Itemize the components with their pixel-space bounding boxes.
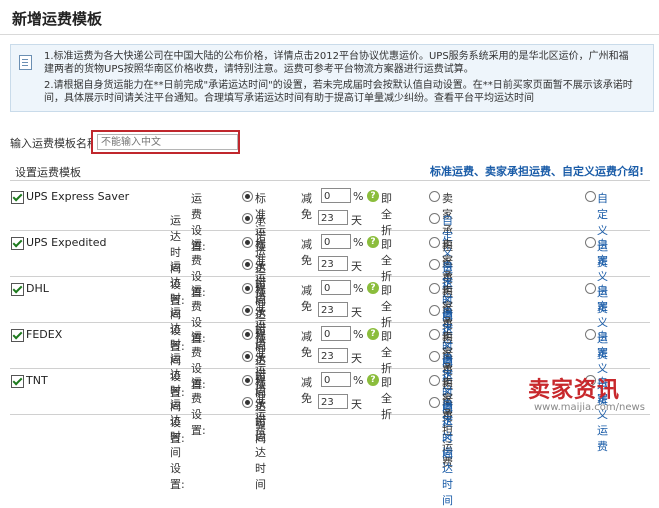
custom-time-radio[interactable] [429, 305, 440, 316]
custom-fee-radio[interactable] [585, 237, 596, 248]
days-unit-label: 天 [351, 352, 362, 365]
settings-header: 设置运费模板 标准运费、卖家承担运费、自定义运费介绍! [10, 160, 650, 181]
days-unit-label: 天 [351, 398, 362, 411]
discount-label: 减免 [301, 330, 312, 359]
promised-time-radio[interactable] [242, 351, 253, 362]
discount-input[interactable]: 0 [321, 234, 351, 249]
template-name-row: 输入运费模板名称 [10, 130, 650, 154]
days-unit-label: 天 [351, 214, 362, 227]
full-discount-label: 即全折 [381, 376, 392, 421]
standard-fee-radio[interactable] [242, 237, 253, 248]
carrier-checkbox[interactable] [11, 375, 24, 388]
standard-fee-radio[interactable] [242, 375, 253, 386]
help-icon[interactable]: ? [367, 190, 379, 202]
help-icon[interactable]: ? [367, 236, 379, 248]
carrier-name: FEDEX [26, 328, 63, 341]
notice-line-2: 建两者的货物UPS按照华南区价格收费，请特别注意。运费可参考平台物流方案器进行运… [44, 64, 474, 75]
days-unit-label: 天 [351, 306, 362, 319]
percent-label: % [353, 374, 364, 387]
carrier-name: TNT [26, 374, 48, 387]
discount-input[interactable]: 0 [321, 326, 351, 341]
standard-fee-radio[interactable] [242, 283, 253, 294]
standard-fee-radio[interactable] [242, 329, 253, 340]
promised-time-radio[interactable] [242, 213, 253, 224]
carrier-row: UPS Express Saver 运费设置: 标准运费 减免 0%? 即全折 卖家承担运费… [10, 184, 650, 323]
promised-time-radio[interactable] [242, 305, 253, 316]
days-unit-label: 天 [351, 260, 362, 273]
days-input[interactable]: 23 [318, 348, 348, 363]
percent-label: % [353, 236, 364, 249]
carrier-checkbox[interactable] [11, 329, 24, 342]
seller-pays-radio[interactable] [429, 283, 440, 294]
days-input[interactable]: 23 [318, 302, 348, 317]
discount-label: 减免 [301, 284, 312, 313]
notice-line-3: 2.请根据自身货运能力在**日前完成"承诺运达时间"的设置，若未完成届时会按默认… [44, 80, 633, 91]
discount-label: 减免 [301, 192, 312, 221]
carrier-checkbox[interactable] [11, 283, 24, 296]
standard-fee-radio[interactable] [242, 191, 253, 202]
time-setting-label: 运达时间设置: [170, 398, 185, 491]
custom-fee-radio[interactable] [585, 283, 596, 294]
notice-box: 1.标准运费为各大快递公司在中国大陆的公布价格，详情点击2012平台协议优惠运价… [10, 44, 654, 112]
help-icon[interactable]: ? [367, 374, 379, 386]
seller-pays-radio[interactable] [429, 191, 440, 202]
percent-label: % [353, 282, 364, 295]
discount-input[interactable]: 0 [321, 280, 351, 295]
template-name-highlight [91, 130, 240, 154]
fee-intro-link[interactable]: 标准运费、卖家承担运费、自定义运费介绍! [430, 163, 644, 179]
seller-pays-radio[interactable] [429, 329, 440, 340]
watermark: 卖家资讯 www.maijia.com/news [520, 372, 659, 416]
page-title: 新增运费模板 [12, 10, 103, 28]
carrier-row: FEDEX 运费设置: 标准运费 减免 0%? 即全折 卖家承担运费 自定义运费 运达时间设置:… [10, 322, 650, 461]
custom-time-radio[interactable] [429, 397, 440, 408]
promised-time-label: 承诺运达时间 [255, 398, 266, 491]
settings-label: 设置运费模板 [15, 166, 81, 179]
days-input[interactable]: 23 [318, 210, 348, 225]
days-input[interactable]: 23 [318, 394, 348, 409]
carrier-row: DHL 运费设置: 标准运费 减免 0%? 即全折 卖家承担运费 自定义运费 运达时间设置: 承诺… [10, 276, 650, 415]
page-header: 新增运费模板 [0, 0, 659, 35]
percent-label: % [353, 328, 364, 341]
custom-time-radio[interactable] [429, 351, 440, 362]
carrier-checkbox[interactable] [11, 237, 24, 250]
promised-time-radio[interactable] [242, 259, 253, 270]
discount-input[interactable]: 0 [321, 372, 351, 387]
custom-fee-radio[interactable] [585, 329, 596, 340]
percent-label: % [353, 190, 364, 203]
template-name-label: 输入运费模板名称 [10, 137, 98, 150]
carrier-name: DHL [26, 282, 49, 295]
fee-setting-label: 运费设置: [191, 376, 206, 437]
custom-time-radio[interactable] [429, 259, 440, 270]
discount-label: 减免 [301, 238, 312, 267]
notice-line-1: 1.标准运费为各大快递公司在中国大陆的公布价格，详情点击2012平台协议优惠运价… [44, 51, 629, 62]
watermark-url: www.maijia.com/news [534, 402, 645, 413]
discount-label: 减免 [301, 376, 312, 405]
carrier-row: UPS Expedited 运费设置: 标准运费 减免 0%? 即全折 卖家承担运费 自定义运… [10, 230, 650, 369]
custom-fee-radio[interactable] [585, 191, 596, 202]
carrier-name: UPS Express Saver [26, 190, 130, 203]
seller-pays-radio[interactable] [429, 375, 440, 386]
promised-time-radio[interactable] [242, 397, 253, 408]
help-icon[interactable]: ? [367, 282, 379, 294]
notice-line-4: 间，具体展示时间请关注平台通知。合理填写承诺运达时间有助于提高订单量减少纠纷。查… [44, 93, 534, 104]
days-input[interactable]: 23 [318, 256, 348, 271]
discount-input[interactable]: 0 [321, 188, 351, 203]
watermark-logo-text: 卖家资讯 [528, 378, 621, 403]
seller-pays-radio[interactable] [429, 237, 440, 248]
document-icon [19, 55, 32, 70]
custom-time-label[interactable]: 自定义运达时间 [442, 396, 453, 508]
carrier-checkbox[interactable] [11, 191, 24, 204]
custom-time-radio[interactable] [429, 213, 440, 224]
help-icon[interactable]: ? [367, 328, 379, 340]
template-name-input[interactable] [97, 134, 238, 150]
carrier-name: UPS Expedited [26, 236, 107, 249]
